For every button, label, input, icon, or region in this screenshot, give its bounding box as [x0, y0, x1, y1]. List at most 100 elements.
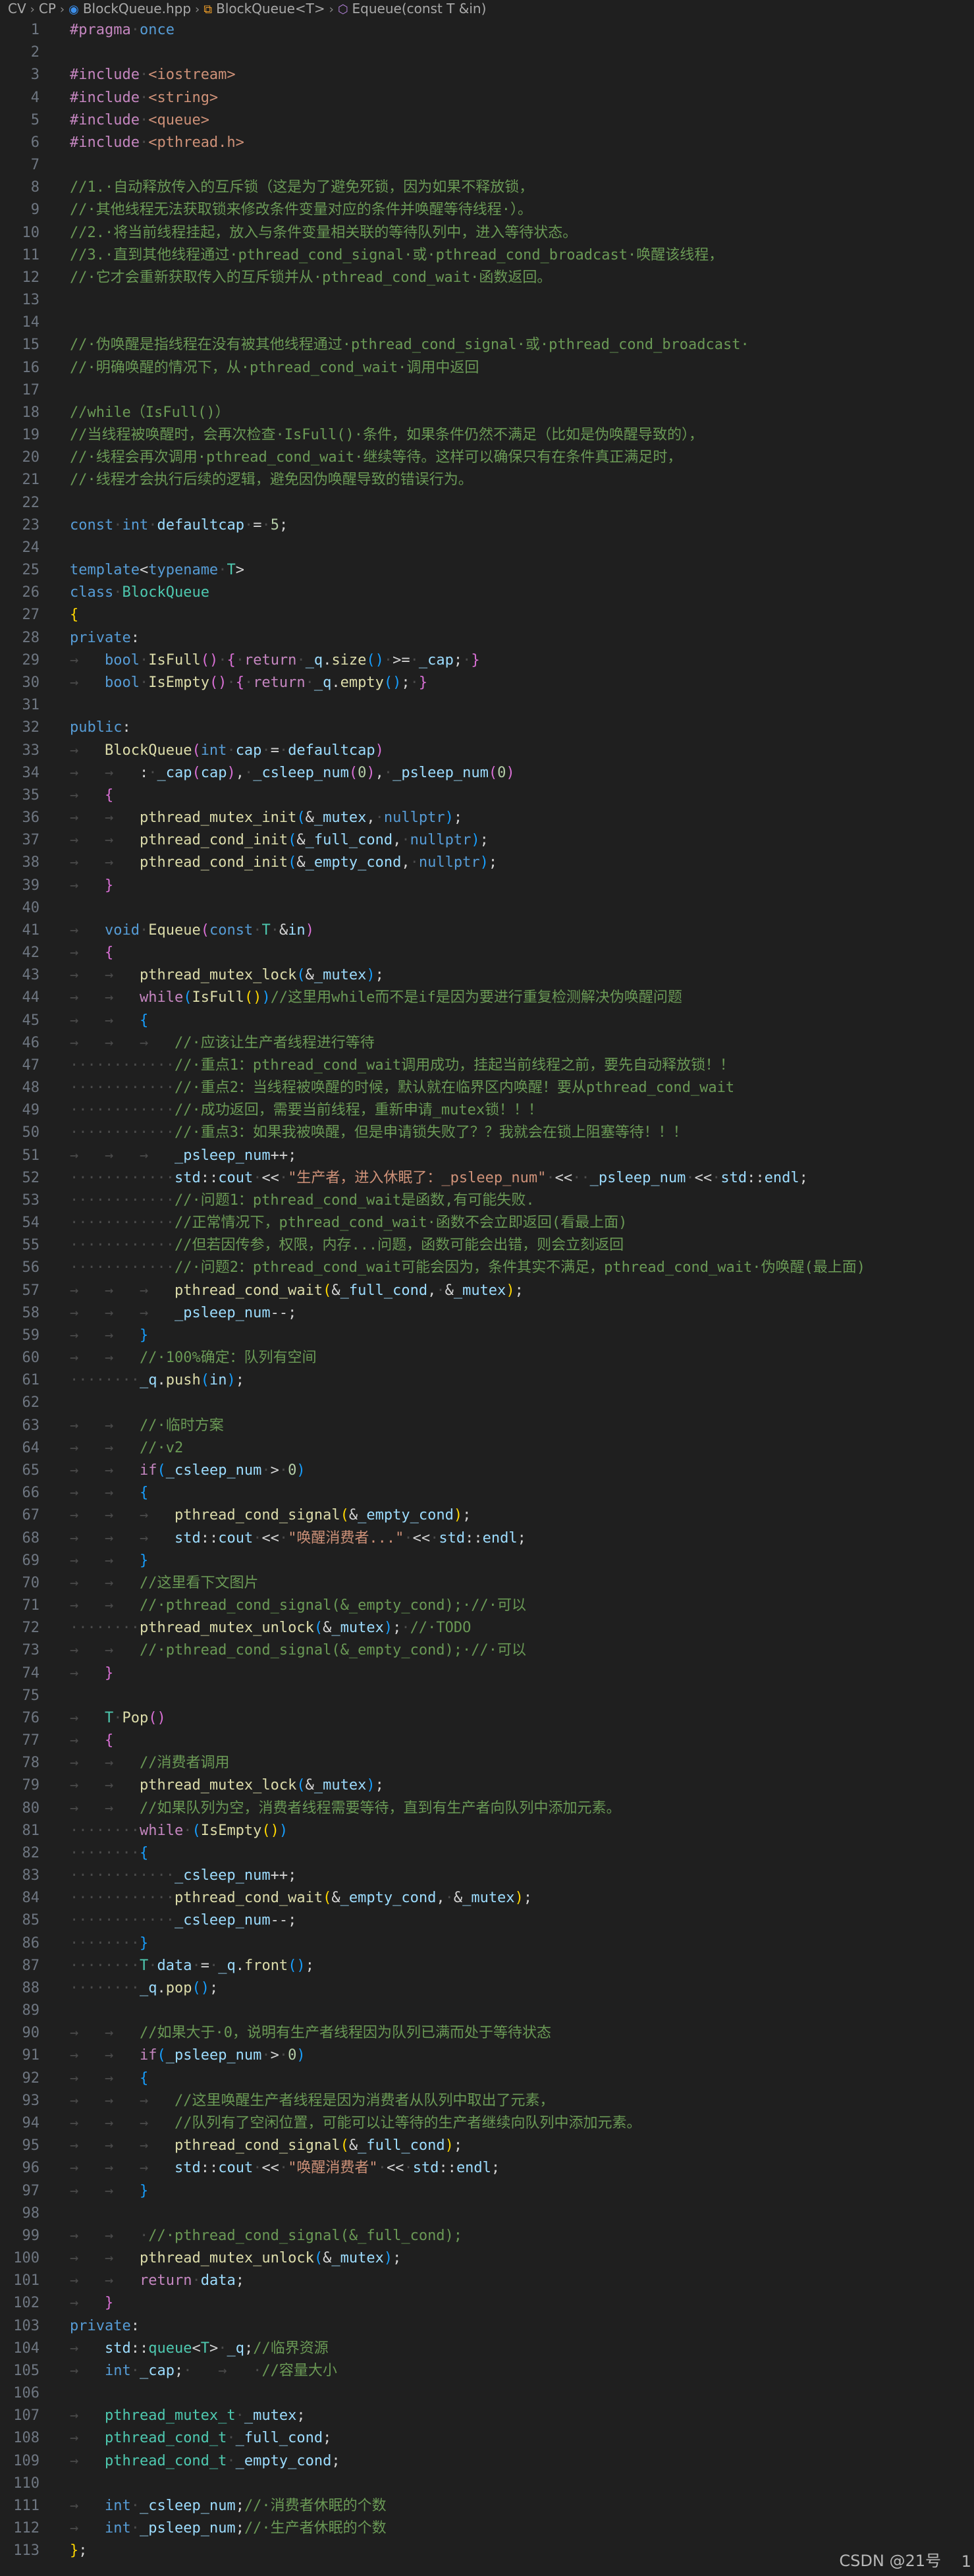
code-line[interactable]: 84 ············pthread_cond_wait(&_empty_…	[0, 1887, 974, 1909]
code-line[interactable]: 91 → → if(_psleep_num·>·0)	[0, 2044, 974, 2067]
code-line[interactable]: 88 ········_q.pop();	[0, 1977, 974, 2000]
code-line[interactable]: 1 #pragma·once	[0, 19, 974, 41]
code-line[interactable]: 68 → → → std::cout·<<·"唤醒消费者..."·<<·std::…	[0, 1527, 974, 1550]
code-line[interactable]: 58 → → → _psleep_num--;	[0, 1302, 974, 1325]
code-line[interactable]: 20 //·线程会再次调用·pthread_cond_wait·继续等待。这样可以…	[0, 447, 974, 469]
code-line[interactable]: 110	[0, 2473, 974, 2495]
code-line[interactable]: 75	[0, 1685, 974, 1707]
code-line[interactable]: 73 → → //·pthread_cond_signal(&_empty_con…	[0, 1639, 974, 1662]
code-line[interactable]: 108 → pthread_cond_t·_full_cond;	[0, 2427, 974, 2450]
code-line[interactable]: 104 → std::queue<T>·_q;//临界资源	[0, 2338, 974, 2360]
code-line[interactable]: 101 → → return·data;	[0, 2270, 974, 2292]
code-line[interactable]: 3 #include·<iostream>	[0, 64, 974, 86]
code-line[interactable]: 15 //·伪唤醒是指线程在没有被其他线程通过·pthread_cond_sign…	[0, 334, 974, 356]
code-line[interactable]: 40	[0, 897, 974, 919]
code-line[interactable]: 37 → → pthread_cond_init(&_full_cond,·nul…	[0, 829, 974, 852]
code-line[interactable]: 85 ············_csleep_num--;	[0, 1909, 974, 1932]
code-line[interactable]: 16 //·明确唤醒的情况下，从·pthread_cond_wait·调用中返回	[0, 357, 974, 379]
code-line[interactable]: 44 → → while(IsFull())//这里用while而不是if是因为要…	[0, 987, 974, 1009]
code-line[interactable]: 113};	[0, 2540, 974, 2562]
code-line[interactable]: 8 //1.·自动释放传入的互斥锁（这是为了避免死锁，因为如果不释放锁，	[0, 177, 974, 199]
code-line[interactable]: 105 → int·_cap;· → ·//容量大小	[0, 2360, 974, 2382]
code-line[interactable]: 99 → → ·//·pthread_cond_signal(&_full_con…	[0, 2225, 974, 2247]
breadcrumb-item-cv[interactable]: CV	[8, 1, 26, 16]
code-line[interactable]: 9 //·其他线程无法获取锁来修改条件变量对应的条件并唤醒等待线程·）。	[0, 199, 974, 221]
code-line[interactable]: 65 → → if(_csleep_num·>·0)	[0, 1460, 974, 1482]
breadcrumb-item-file[interactable]: BlockQueue.hpp	[83, 1, 191, 16]
code-line[interactable]: 6 #include·<pthread.h>	[0, 132, 974, 154]
code-line[interactable]: 39 → }	[0, 875, 974, 897]
code-line[interactable]: 47 ············//·重点1：pthread_cond_wait调用…	[0, 1055, 974, 1077]
code-line[interactable]: 94 → → → //队列有了空闲位置，可能可以让等待的生产者继续向队列中添加元素…	[0, 2112, 974, 2135]
code-line[interactable]: 112 → int·_psleep_num;//·生产者休眠的个数	[0, 2517, 974, 2540]
code-line[interactable]: 5 #include·<queue>	[0, 109, 974, 132]
code-line[interactable]: 96 → → → std::cout·<<·"唤醒消费者"·<<·std::end…	[0, 2157, 974, 2179]
breadcrumb-item-cp[interactable]: CP	[39, 1, 56, 16]
code-line[interactable]: 66 → → {	[0, 1482, 974, 1504]
code-line[interactable]: 34 → → :·_cap(cap),·_csleep_num(0),·_psle…	[0, 762, 974, 784]
code-line[interactable]: 45 → → {	[0, 1010, 974, 1032]
code-line[interactable]: 11 //3.·直到其他线程通过·pthread_cond_signal·或·pt…	[0, 244, 974, 267]
code-line[interactable]: 7	[0, 154, 974, 177]
code-line[interactable]: 29 → bool·IsFull()·{·return·_q.size()·>=·…	[0, 649, 974, 672]
code-line[interactable]: 90 → → //如果大于·0，说明有生产者线程因为队列已满而处于等待状态	[0, 2022, 974, 2044]
code-line[interactable]: 52 ············std::cout·<<·"生产者，进入休眠了：_p…	[0, 1167, 974, 1190]
code-line[interactable]: 38 → → pthread_cond_init(&_empty_cond,·nu…	[0, 852, 974, 874]
code-line[interactable]: 93 → → → //这里唤醒生产者线程是因为消费者从队列中取出了元素，	[0, 2090, 974, 2112]
code-line[interactable]: 97 → → }	[0, 2180, 974, 2203]
code-line[interactable]: 53 ············//·问题1：pthread_cond_wait是函…	[0, 1190, 974, 1212]
breadcrumb-item-class[interactable]: BlockQueue<T>	[216, 1, 325, 16]
code-line[interactable]: 21 //·线程才会执行后续的逻辑，避免因伪唤醒导致的错误行为。	[0, 469, 974, 491]
code-line[interactable]: 26 class·BlockQueue	[0, 582, 974, 604]
code-line[interactable]: 55 ············//但若因传参，权限，内存...问题，函数可能会出错…	[0, 1234, 974, 1257]
code-line[interactable]: 111 → int·_csleep_num;//·消费者休眠的个数	[0, 2495, 974, 2517]
code-line[interactable]: 62	[0, 1392, 974, 1414]
code-line[interactable]: 78 → → //消费者调用	[0, 1752, 974, 1774]
code-line[interactable]: 13	[0, 289, 974, 312]
code-line[interactable]: 80 → → //如果队列为空，消费者线程需要等待，直到有生产者向队列中添加元素。	[0, 1797, 974, 1820]
code-line[interactable]: 24	[0, 537, 974, 559]
code-line[interactable]: 107 → pthread_mutex_t·_mutex;	[0, 2405, 974, 2427]
code-line[interactable]: 49 ············//·成功返回，需要当前线程，重新申请_mutex锁…	[0, 1099, 974, 1122]
code-line[interactable]: 27 {	[0, 604, 974, 626]
code-line[interactable]: 83 ············_csleep_num++;	[0, 1865, 974, 1887]
code-line[interactable]: 61 ········_q.push(in);	[0, 1369, 974, 1392]
code-line[interactable]: 64 → → //·v2	[0, 1437, 974, 1460]
code-line[interactable]: 69 → → }	[0, 1550, 974, 1572]
code-line[interactable]: 82 ········{	[0, 1842, 974, 1865]
code-line[interactable]: 28 private:	[0, 627, 974, 649]
code-line[interactable]: 100 → → pthread_mutex_unlock(&_mutex);	[0, 2247, 974, 2270]
code-line[interactable]: 25 template<typename·T>	[0, 559, 974, 582]
code-line[interactable]: 43 → → pthread_mutex_lock(&_mutex);	[0, 964, 974, 987]
breadcrumb-item-method[interactable]: Equeue(const T &in)	[352, 1, 487, 16]
code-line[interactable]: 35 → {	[0, 784, 974, 807]
code-line[interactable]: 12 //·它才会重新获取传入的互斥锁并从·pthread_cond_wait·函…	[0, 267, 974, 289]
code-line[interactable]: 87 ········T·data·=·_q.front();	[0, 1955, 974, 1977]
code-line[interactable]: 74 → }	[0, 1662, 974, 1685]
code-line[interactable]: 18 //while（IsFull()）	[0, 402, 974, 424]
code-line[interactable]: 4 #include·<string>	[0, 87, 974, 109]
code-line[interactable]: 103 private:	[0, 2315, 974, 2338]
code-line[interactable]: 60 → → //·100%确定：队列有空间	[0, 1347, 974, 1369]
code-line[interactable]: 95 → → → pthread_cond_signal(&_full_cond)…	[0, 2135, 974, 2157]
code-line[interactable]: 81 ········while·(IsEmpty())	[0, 1820, 974, 1842]
code-line[interactable]: 79 → → pthread_mutex_lock(&_mutex);	[0, 1774, 974, 1797]
code-line[interactable]: 51 → → → _psleep_num++;	[0, 1145, 974, 1167]
code-line[interactable]: 54 ············//正常情况下，pthread_cond_wait·…	[0, 1212, 974, 1234]
code-line[interactable]: 63 → → //·临时方案	[0, 1415, 974, 1437]
code-line[interactable]: 57 → → → pthread_cond_wait(&_full_cond,·&…	[0, 1280, 974, 1302]
code-line[interactable]: 92 → → {	[0, 2068, 974, 2090]
code-line[interactable]: 23 const·int·defaultcap·=·5;	[0, 514, 974, 537]
code-line[interactable]: 41 → void·Equeue(const·T·&in)	[0, 919, 974, 942]
code-line[interactable]: 56 ············//·问题2：pthread_cond_wait可能…	[0, 1257, 974, 1279]
code-line[interactable]: 86 ········}	[0, 1932, 974, 1955]
code-line[interactable]: 67 → → → pthread_cond_signal(&_empty_cond…	[0, 1504, 974, 1527]
code-line[interactable]: 10 //2.·将当前线程挂起，放入与条件变量相关联的等待队列中，进入等待状态。	[0, 222, 974, 244]
code-line[interactable]: 71 → → //·pthread_cond_signal(&_empty_con…	[0, 1595, 974, 1617]
code-line[interactable]: 98	[0, 2203, 974, 2225]
code-line[interactable]: 22	[0, 492, 974, 514]
code-line[interactable]: 109 → pthread_cond_t·_empty_cond;	[0, 2450, 974, 2473]
code-line[interactable]: 46 → → → //·应该让生产者线程进行等待	[0, 1032, 974, 1055]
code-line[interactable]: 48 ············//·重点2：当线程被唤醒的时候，默认就在临界区内唤…	[0, 1077, 974, 1099]
code-line[interactable]: 33 → BlockQueue(int·cap·=·defaultcap)	[0, 740, 974, 762]
